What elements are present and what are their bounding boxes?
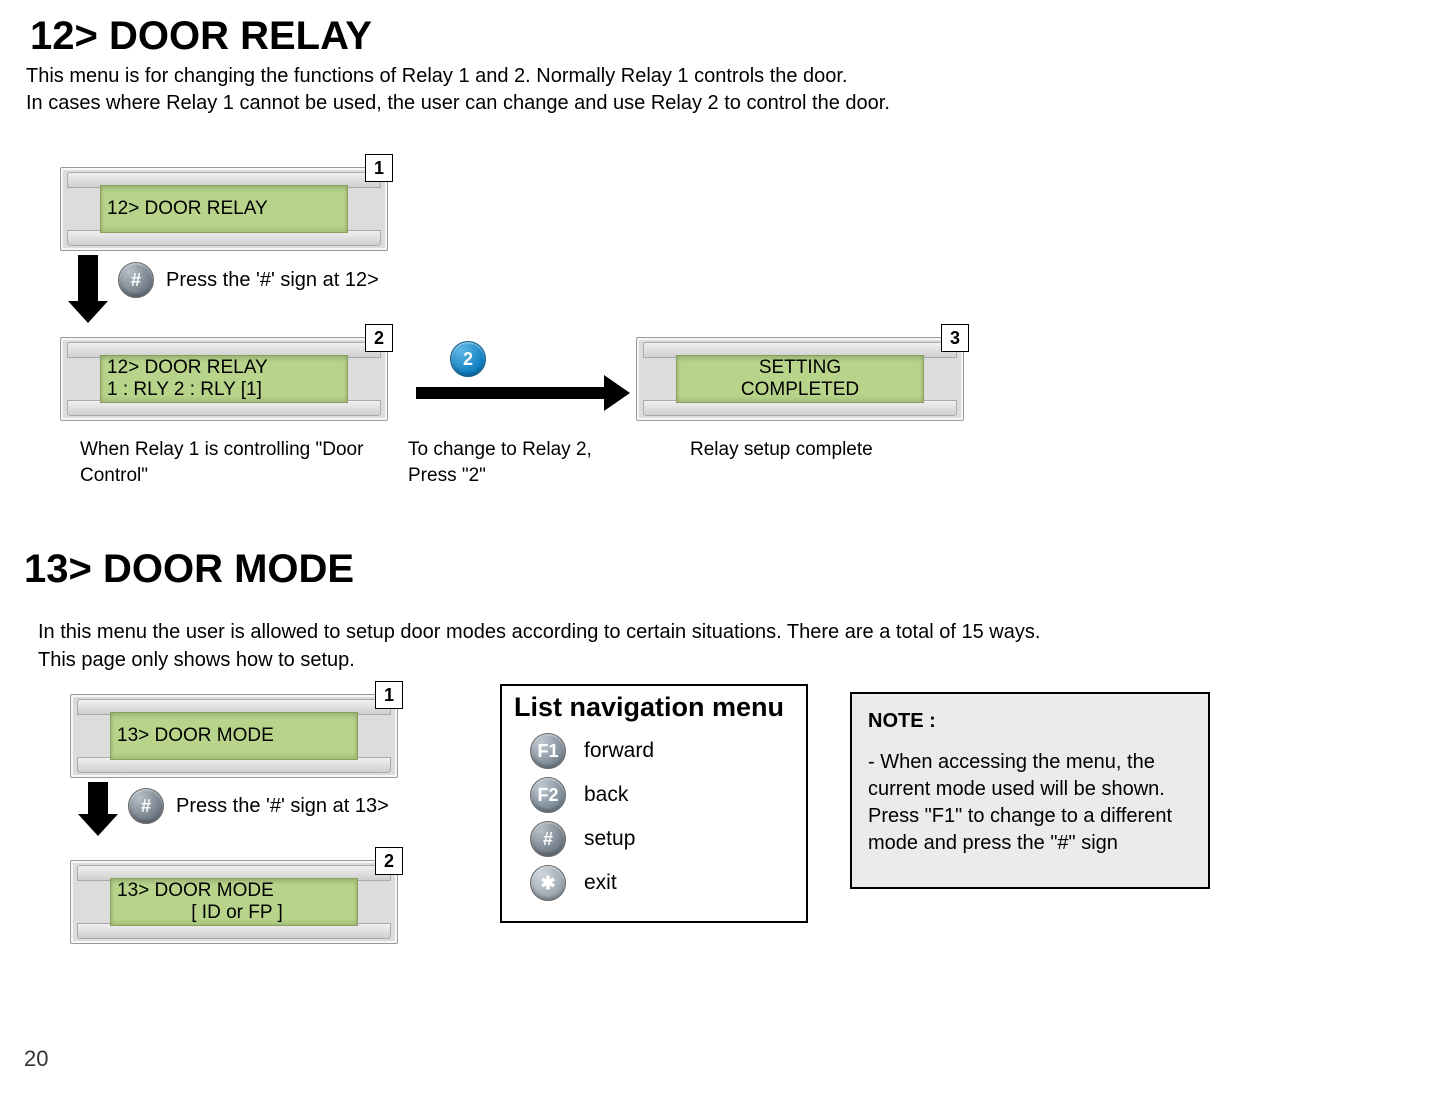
lcd1-line1: 12> DOOR RELAY — [107, 198, 268, 220]
step-number-2: 2 — [365, 324, 393, 352]
lcd2-line1: 12> DOOR RELAY — [107, 357, 268, 379]
note-title: NOTE : — [868, 708, 1192, 735]
hash-key-b-icon: # — [128, 788, 164, 824]
star-key-icon: ✱ — [530, 865, 566, 901]
key-2-holder: 2 — [450, 341, 486, 377]
f1-key-icon: F1 — [530, 733, 566, 769]
lcd-screen-3: SETTING COMPLETED — [676, 355, 924, 403]
desc-line2: This page only shows how to setup. — [38, 646, 1416, 674]
caption-3: Relay setup complete — [690, 437, 950, 463]
lcd-b-step-1: 13> DOOR MODE 1 — [70, 694, 398, 778]
arrow-down-icon — [78, 255, 98, 305]
lcd-step-1: 12> DOOR RELAY 1 — [60, 167, 388, 251]
press-hash-b-label: Press the '#' sign at 13> — [176, 795, 389, 818]
lcd-b2-line1: 13> DOOR MODE — [117, 880, 274, 902]
section-a-diagram: 12> DOOR RELAY 1 # Press the '#' sign at… — [20, 157, 1416, 517]
lcd-b-step-2: 13> DOOR MODE [ ID or FP ] 2 — [70, 860, 398, 944]
nav-label-back: back — [584, 783, 628, 807]
lcd-b2-line2: [ ID or FP ] — [191, 902, 283, 924]
section-b-diagram: 13> DOOR MODE 1 # Press the '#' sign at … — [20, 684, 1416, 1044]
lcd-screen-2: 12> DOOR RELAY 1 : RLY 2 : RLY [1] — [100, 355, 348, 403]
page-number: 20 — [24, 1046, 48, 1072]
note-box: NOTE : - When accessing the menu, the cu… — [850, 692, 1210, 889]
caption-1: When Relay 1 is controlling "Door Contro… — [80, 437, 390, 488]
lcd-b-screen-2: 13> DOOR MODE [ ID or FP ] — [110, 878, 358, 926]
lcd2-line2: 1 : RLY 2 : RLY [1] — [107, 379, 262, 401]
lcd-step-3: SETTING COMPLETED 3 — [636, 337, 964, 421]
nav-row-forward: F1 forward — [530, 733, 794, 769]
lcd-b1-line1: 13> DOOR MODE — [117, 725, 274, 747]
note-body: - When accessing the menu, the current m… — [868, 749, 1192, 857]
lcd-step-2: 12> DOOR RELAY 1 : RLY 2 : RLY [1] 2 — [60, 337, 388, 421]
caption-2: To change to Relay 2, Press "2" — [408, 437, 618, 488]
lcd3-line2: COMPLETED — [741, 379, 859, 401]
intro-line2: In cases where Relay 1 cannot be used, t… — [26, 90, 1416, 117]
numeric-2-key-icon: 2 — [450, 341, 486, 377]
step-number-3: 3 — [941, 324, 969, 352]
step-b-number-1: 1 — [375, 681, 403, 709]
arrow-down-b-icon — [88, 782, 108, 818]
step-number-1: 1 — [365, 154, 393, 182]
nav-row-setup: # setup — [530, 821, 794, 857]
lcd-b-screen-1: 13> DOOR MODE — [110, 712, 358, 760]
lcd3-line1: SETTING — [759, 357, 841, 379]
navbox-title: List navigation menu — [514, 692, 794, 723]
section-b-heading: 13> DOOR MODE — [24, 547, 1416, 592]
step-b-number-2: 2 — [375, 847, 403, 875]
desc-line1: In this menu the user is allowed to setu… — [38, 618, 1416, 646]
section-a-intro: This menu is for changing the functions … — [26, 63, 1416, 117]
nav-label-setup: setup — [584, 827, 635, 851]
press-hash-b-row: # Press the '#' sign at 13> — [128, 788, 389, 824]
press-hash-label: Press the '#' sign at 12> — [166, 269, 379, 292]
nav-label-exit: exit — [584, 871, 617, 895]
intro-line1: This menu is for changing the functions … — [26, 63, 1416, 90]
press-hash-row: # Press the '#' sign at 12> — [118, 262, 379, 298]
page-container: 12> DOOR RELAY This menu is for changing… — [20, 14, 1416, 1074]
section-a-heading: 12> DOOR RELAY — [30, 14, 1416, 59]
nav-row-back: F2 back — [530, 777, 794, 813]
nav-label-forward: forward — [584, 739, 654, 763]
hash-key-nav-icon: # — [530, 821, 566, 857]
arrow-right-icon — [416, 387, 606, 399]
lcd-screen-1: 12> DOOR RELAY — [100, 185, 348, 233]
nav-row-exit: ✱ exit — [530, 865, 794, 901]
f2-key-icon: F2 — [530, 777, 566, 813]
hash-key-icon: # — [118, 262, 154, 298]
section-b-desc: In this menu the user is allowed to setu… — [38, 618, 1416, 674]
list-navigation-menu: List navigation menu F1 forward F2 back … — [500, 684, 808, 923]
